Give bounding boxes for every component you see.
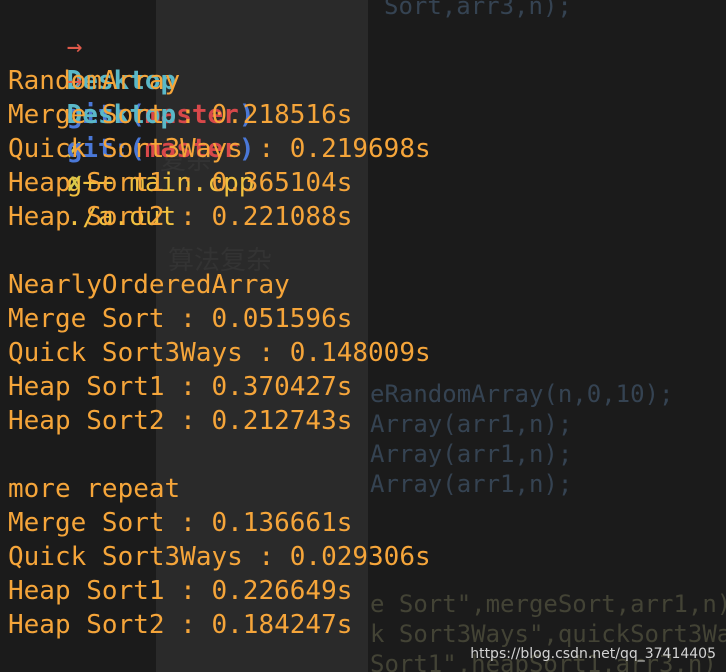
output-line: Heap Sort2 : 0.221088s — [8, 202, 353, 232]
output-line: Merge Sort : 0.136661s — [8, 508, 353, 538]
output-line: Heap Sort2 : 0.212743s — [8, 406, 353, 436]
output-line: Merge Sort : 0.218516s — [8, 100, 353, 130]
output-line: Heap Sort1 : 0.370427s — [8, 372, 353, 402]
output-line: Merge Sort : 0.051596s — [8, 304, 353, 334]
output-line: NearlyOrderedArray — [8, 270, 290, 300]
output-line: Heap Sort1 : 0.365104s — [8, 168, 353, 198]
terminal-window[interactable]: → Desktop git:(master) ✗ g++ main.cpp → … — [0, 0, 726, 672]
output-line: RandomArray — [8, 66, 181, 96]
prompt-line: → Desktop git:(master) ✗ g++ main.cpp — [4, 0, 255, 198]
output-line: Quick Sort3Ways : 0.148009s — [8, 338, 431, 368]
output-line: Heap Sort2 : 0.184247s — [8, 610, 353, 640]
output-line: Quick Sort3Ways : 0.219698s — [8, 134, 431, 164]
output-line: more repeat — [8, 474, 181, 504]
watermark-text: https://blog.csdn.net/qq_37414405 — [470, 646, 716, 662]
prompt-line: → Desktop git:(master) ✗ ./a.out — [4, 30, 255, 232]
output-line: Quick Sort3Ways : 0.029306s — [8, 542, 431, 572]
output-line: Heap Sort1 : 0.226649s — [8, 576, 353, 606]
